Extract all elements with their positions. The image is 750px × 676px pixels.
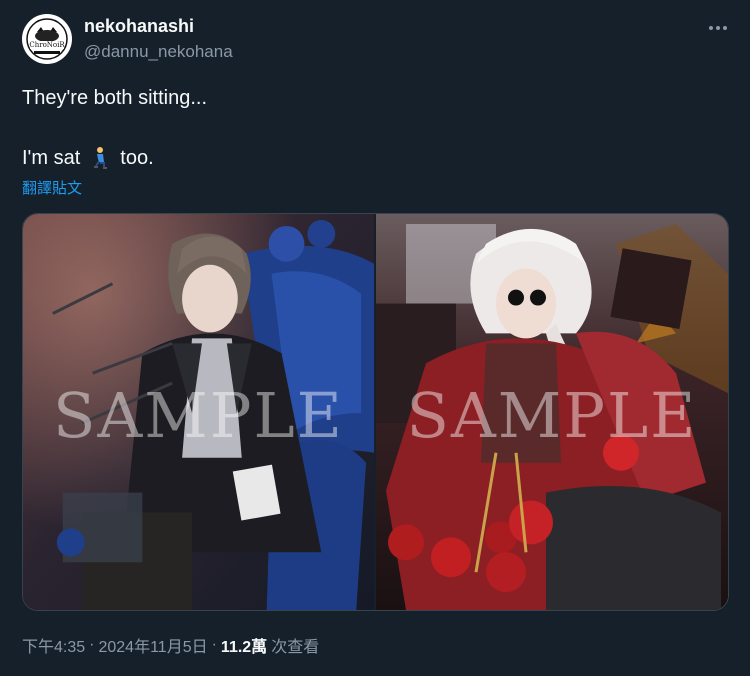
more-options-icon[interactable]	[704, 16, 732, 40]
views-label: 次查看	[271, 639, 320, 656]
tweet-text-line-1: They're both sitting...	[22, 87, 208, 109]
tweet-meta: 下午4:35 · 2024年11月5日 · 11.2萬 次查看	[22, 633, 319, 657]
dot	[709, 26, 713, 30]
dot	[723, 26, 727, 30]
media-image-2[interactable]: SAMPLE	[376, 214, 728, 610]
person-kneeling-emoji-icon	[88, 146, 110, 170]
avatar-logo-text: ChroNoiR	[29, 41, 65, 49]
views-count: 11.2萬	[220, 639, 268, 656]
artwork-red-character	[376, 214, 728, 610]
tweet-text-line-2: I'm sat too.	[22, 146, 154, 170]
tweet-text-after-emoji: too.	[120, 146, 154, 169]
artwork-dark-character	[23, 214, 374, 610]
post-date[interactable]: 2024年11月5日	[98, 633, 207, 657]
handle[interactable]: @dannu_nekohana	[84, 42, 233, 62]
translate-post-link[interactable]: 翻譯貼文	[22, 177, 82, 198]
chronoir-logo-avatar-icon: ChroNoiR	[23, 15, 71, 63]
separator: ·	[211, 636, 217, 653]
post-time[interactable]: 下午4:35	[22, 633, 85, 657]
media-grid: SAMPLE SAMPLE	[22, 213, 729, 611]
separator: ·	[89, 636, 95, 653]
tweet: ChroNoiR nekohanashi @dannu_nekohana The…	[0, 0, 750, 676]
display-name[interactable]: nekohanashi	[84, 16, 194, 37]
avatar[interactable]: ChroNoiR	[22, 14, 72, 64]
tweet-text-before-emoji: I'm sat	[22, 146, 81, 169]
media-image-1[interactable]: SAMPLE	[23, 214, 376, 610]
dot	[716, 26, 720, 30]
